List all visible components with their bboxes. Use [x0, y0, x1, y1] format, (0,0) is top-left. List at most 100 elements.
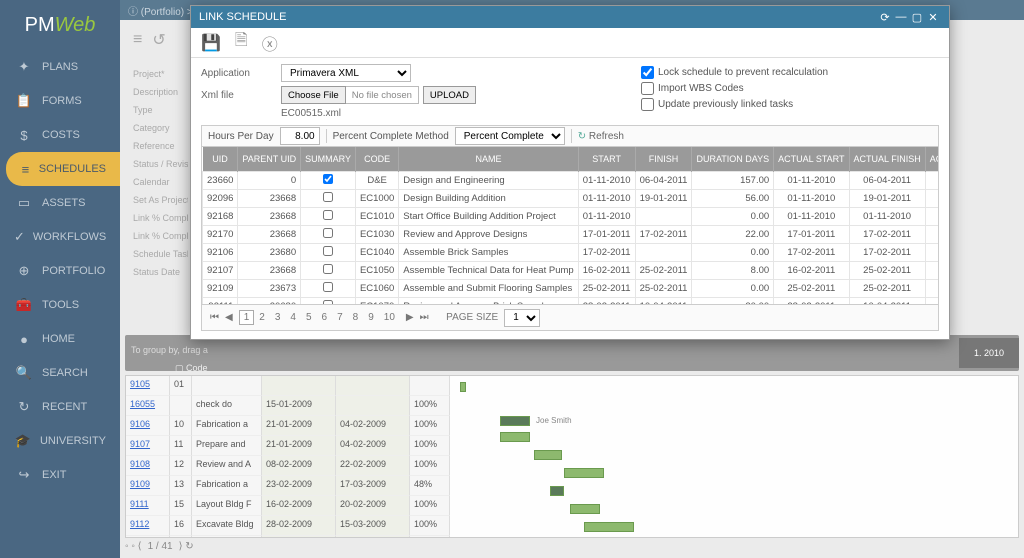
page-number[interactable]: 10	[379, 310, 400, 325]
pager-next-icon[interactable]: ▶	[406, 312, 414, 323]
gantt-cell: 100%	[410, 456, 450, 476]
sidebar: PMWeb ✦PLANS📋FORMS$COSTS≡SCHEDULES▭ASSET…	[0, 0, 120, 558]
table-row[interactable]: 9210923673EC1060Assemble and Submit Floo…	[203, 279, 940, 297]
minimize-icon[interactable]: —	[893, 11, 909, 23]
page-number[interactable]: 6	[317, 310, 333, 325]
hours-per-day-input[interactable]	[280, 127, 320, 145]
page-number[interactable]: 9	[363, 310, 379, 325]
page-number[interactable]: 5	[301, 310, 317, 325]
table-row[interactable]: 9210723668EC1050Assemble Technical Data …	[203, 261, 940, 279]
gantt-row-id[interactable]: 9109	[126, 476, 170, 496]
sidebar-item-portfolio[interactable]: ⊕PORTFOLIO	[0, 254, 120, 288]
column-header[interactable]: CODE	[355, 147, 398, 171]
table-row[interactable]: 9210623680EC1040Assemble Brick Samples17…	[203, 243, 940, 261]
summary-checkbox[interactable]	[323, 174, 333, 184]
gantt-row-id[interactable]: 9105	[126, 376, 170, 396]
gantt-cell: 48%	[410, 476, 450, 496]
cancel-circle-icon[interactable]: ⓧ	[262, 31, 278, 55]
column-header[interactable]: UID	[203, 147, 238, 171]
summary-checkbox[interactable]	[323, 246, 333, 256]
gantt-cell: 21-01-2009	[262, 416, 336, 436]
sidebar-item-forms[interactable]: 📋FORMS	[0, 84, 120, 118]
exit-icon: ↪	[14, 467, 34, 483]
detail-label: Description	[133, 83, 188, 101]
gantt-cell	[410, 376, 450, 396]
gantt-row-id[interactable]: 9106	[126, 416, 170, 436]
column-header[interactable]: FINISH	[635, 147, 692, 171]
column-header[interactable]: DURATION DAYS	[692, 147, 774, 171]
refresh-window-icon[interactable]: ⟳	[877, 11, 893, 24]
tools-icon: 🧰	[14, 297, 34, 313]
sidebar-item-workflows[interactable]: ✓WORKFLOWS	[0, 220, 120, 254]
page-size-select[interactable]: 10	[504, 309, 540, 327]
summary-checkbox[interactable]	[323, 210, 333, 220]
column-header[interactable]: PARENT UID	[238, 147, 301, 171]
gantt-cell: 08-03-2009	[262, 536, 336, 538]
close-icon[interactable]: ✕	[925, 11, 941, 24]
new-doc-icon[interactable]: 🗎	[235, 29, 248, 56]
gantt-row-id[interactable]: 9107	[126, 436, 170, 456]
application-select[interactable]: Primavera XML	[281, 64, 411, 82]
sidebar-item-search[interactable]: 🔍SEARCH	[0, 356, 120, 390]
sidebar-item-plans[interactable]: ✦PLANS	[0, 50, 120, 84]
update-linked-checkbox[interactable]: Update previously linked tasks	[641, 98, 828, 111]
gantt-cell	[262, 376, 336, 396]
page-number[interactable]: 3	[270, 310, 286, 325]
table-row[interactable]: 9216823668EC1010Start Office Building Ad…	[203, 207, 940, 225]
page-number[interactable]: 4	[285, 310, 301, 325]
menu-icon[interactable]: ≡	[133, 31, 142, 49]
save-icon[interactable]: 💾	[201, 33, 221, 53]
gantt-row-id[interactable]: 9112	[126, 516, 170, 536]
gantt-cell: 20-02-2009	[336, 496, 410, 516]
refresh-button[interactable]: Refresh	[578, 131, 624, 142]
upload-button[interactable]: UPLOAD	[423, 86, 476, 104]
pager-first-icon[interactable]: ⏮	[210, 312, 219, 323]
maximize-icon[interactable]: ▢	[909, 11, 925, 24]
table-row[interactable]: 9209623668EC1000Design Building Addition…	[203, 189, 940, 207]
sidebar-item-exit[interactable]: ↪EXIT	[0, 458, 120, 492]
filter-toolbar: To group by, drag a ▢ Code	[125, 335, 1019, 371]
pcm-select[interactable]: Percent Complete	[455, 127, 565, 145]
gantt-row-id[interactable]: 9108	[126, 456, 170, 476]
page-number[interactable]: 1	[239, 310, 255, 325]
column-header[interactable]: NAME	[399, 147, 578, 171]
column-header[interactable]: SUMMARY	[301, 147, 356, 171]
undo-icon[interactable]: ↺	[152, 30, 165, 50]
gantt-row-id[interactable]: 9111	[126, 496, 170, 516]
page-number[interactable]: 8	[348, 310, 364, 325]
forms-icon: 📋	[14, 93, 34, 109]
sidebar-item-tools[interactable]: 🧰TOOLS	[0, 288, 120, 322]
grid-pager[interactable]: ◦ ◦ ⟨ 1 / 41 ⟩ ↻	[125, 537, 194, 555]
hours-per-day-label: Hours Per Day	[208, 131, 274, 142]
sidebar-item-recent[interactable]: ↻RECENT	[0, 390, 120, 424]
pager-prev-icon[interactable]: ◀	[225, 312, 233, 323]
summary-checkbox[interactable]	[323, 228, 333, 238]
gantt-row-id[interactable]: 16055	[126, 396, 170, 416]
sidebar-item-schedules[interactable]: ≡SCHEDULES	[6, 152, 120, 186]
lock-schedule-checkbox[interactable]: Lock schedule to prevent recalculation	[641, 66, 828, 79]
sidebar-item-home[interactable]: ●HOME	[0, 322, 120, 356]
table-row[interactable]: 9217023668EC1030Review and Approve Desig…	[203, 225, 940, 243]
column-header[interactable]: START	[578, 147, 635, 171]
column-header[interactable]: ACTUAL START	[774, 147, 849, 171]
sidebar-item-university[interactable]: 🎓UNIVERSITY	[0, 424, 120, 458]
summary-checkbox[interactable]	[323, 192, 333, 202]
gantt-cell: 23-02-2009	[262, 476, 336, 496]
grid-settings-bar: Hours Per Day Percent Complete Method Pe…	[201, 125, 939, 147]
sidebar-item-assets[interactable]: ▭ASSETS	[0, 186, 120, 220]
table-row[interactable]: 9211120680EC1070Review and Approve Brick…	[203, 297, 940, 305]
page-number[interactable]: 2	[254, 310, 270, 325]
gantt-cell	[192, 376, 262, 396]
pager-last-icon[interactable]: ⏭	[420, 312, 429, 323]
choose-file-button[interactable]: Choose File	[281, 86, 346, 104]
sidebar-item-costs[interactable]: $COSTS	[0, 118, 120, 152]
column-header[interactable]: ACTUAL FINISH	[849, 147, 925, 171]
import-wbs-checkbox[interactable]: Import WBS Codes	[641, 82, 828, 95]
page-number[interactable]: 7	[332, 310, 348, 325]
column-header[interactable]: ACTUAL DURATION DAYS	[925, 147, 939, 171]
gantt-cell: 100%	[410, 396, 450, 416]
tasks-grid[interactable]: UIDPARENT UIDSUMMARYCODENAMESTARTFINISHD…	[201, 147, 939, 305]
summary-checkbox[interactable]	[323, 282, 333, 292]
summary-checkbox[interactable]	[323, 264, 333, 274]
table-row[interactable]: 236600D&EDesign and Engineering01-11-201…	[203, 171, 940, 189]
